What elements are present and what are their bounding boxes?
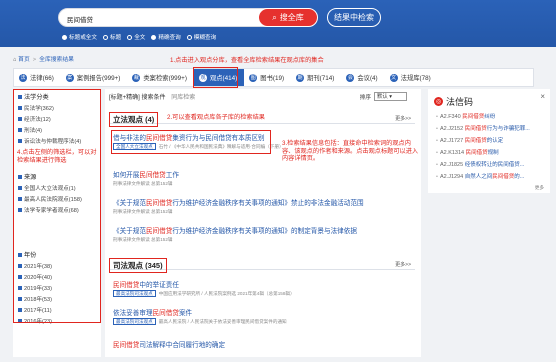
option-fulltext[interactable]: 全文 [127,33,145,41]
result-item: 民间借贷司法解释中合同履行地的确定 [113,339,225,349]
fa-xin-code-panel: ◎ 法信码 × • A2.F340 民间借贷纠纷 • A2.J2152 民间借贷行为与… [428,89,550,193]
tab-books[interactable]: 图图书(19) [244,69,291,86]
result-item: 《关于规范民间借贷行为维护经济金融秩序有关事项的通知》的制定背景与法律依据 刑事… [113,225,357,243]
result-meta: 最高人民法院 / 人民法院关于依法妥善审理民间借贷案件的通知 [158,319,287,324]
tab-highlight [193,67,238,88]
panel-title: 法信码 [446,97,474,107]
code-item[interactable]: • A2.K1314 民间借贷规制 [436,148,499,156]
result-title[interactable]: 《关于规范民间借贷行为维护经济金融秩序有关事项的通知》的制定背景与法律依据 [113,225,357,235]
chevron-down-icon: ▾ [389,94,393,100]
radio-icon [62,35,67,41]
tab-conference[interactable]: 会会议(4) [341,69,384,86]
result-title[interactable]: 民间借贷司法解释中合同履行地的确定 [113,339,225,349]
search-icon: ⌕ [272,12,277,22]
radio-icon [127,35,133,41]
result-meta: 刑事法律文件解读 总第152辑 [113,237,173,242]
document-icon: 文 [389,73,398,82]
annotation-1: 1.点击进入观点分库，查看全库检索结果在观点库的集合 [170,57,324,64]
more-link[interactable]: 更多>> [395,115,411,122]
breadcrumb-home[interactable]: 首页 [18,57,30,63]
case-icon: 案 [65,73,74,82]
radio-icon [102,35,108,41]
section-title: 立法观点 (4) [109,112,159,127]
tab-journal[interactable]: 期期刊(714) [291,69,341,86]
result-title[interactable]: 依法妥善审理民间借贷案件 [113,307,287,317]
tab-case-report[interactable]: 案案例报告(999+) [61,69,128,86]
radio-icon [186,35,192,41]
result-highlight [111,130,271,154]
sidebar-highlight [13,89,101,323]
more-link[interactable]: 更多 [535,185,544,191]
close-icon[interactable]: × [540,92,545,101]
radio-icon [151,35,157,41]
search-within-label: 结果中检索 [334,13,374,22]
result-item: 依法妥善审理民间借贷案件 最高法院司法观点 最高人民法院 / 人民法院关于依法妥善… [113,307,287,325]
option-fuzzy[interactable]: 模糊查询 [186,33,216,41]
conference-icon: 会 [346,73,355,82]
section-title: 司法观点 (345) [109,258,167,273]
tab-law[interactable]: 法法律(66) [14,69,61,86]
code-item[interactable]: • A2.J2152 民间借贷行为与诈骗犯罪... [436,124,530,132]
code-item[interactable]: • A2.J1727 民间借贷的认定 [436,136,503,144]
sort-select[interactable]: 默认 ▾ [374,92,407,101]
option-title-or-fulltext[interactable]: 标题或全文 [62,33,97,41]
option-title[interactable]: 标题 [102,33,121,41]
tab-similar-case[interactable]: 裁类案检索(999+) [127,69,194,86]
law-icon: 法 [19,73,27,82]
code-icon: ◎ [434,97,443,106]
source-tag: 最高法院司法观点 [113,290,156,297]
result-title[interactable]: 民间借贷中的举证责任 [113,279,295,289]
judgment-icon: 裁 [132,73,141,82]
library-tabs: 法法律(66) 案案例报告(999+) 裁类案检索(999+) 观观点(414)… [13,68,534,87]
tab-regulations[interactable]: 文法规库(78) [385,69,438,86]
result-item: 如何开展民间借贷工作 刑事法律文件解读 总第152辑 [113,169,179,187]
code-item[interactable]: • A2.J1825 经债权转让的民间借贷... [436,160,524,168]
search-all-button[interactable]: ⌕ 搜全库 [258,8,318,27]
more-link[interactable]: 更多>> [395,261,411,268]
annotation-2: 2.可以查看观点库各子库的检索结果 [167,114,265,121]
breadcrumb-current[interactable]: 全库搜索结果 [39,57,74,63]
result-meta: 中国应用法学研究所 / 人民法院案例选 2021年第4辑（总第158辑） [158,291,295,296]
search-all-label: 搜全库 [279,13,304,22]
result-item: 《关于规范民间借贷行为维护经济金融秩序有关事项的通知》禁止的非法金融活动范围 刑… [113,197,364,215]
journal-icon: 期 [296,73,305,82]
same-library-search-link[interactable]: 同库检索 [171,95,195,101]
annotation-3: 3.检索结果信息包括：直接命中检索词的观点内容、该观点的作者和来源。点击观点标题… [282,140,419,162]
option-exact[interactable]: 精确查询 [151,33,181,41]
result-title[interactable]: 如何开展民间借贷工作 [113,169,179,179]
result-item: 民间借贷中的举证责任 最高法院司法观点 中国应用法学研究所 / 人民法院案例选 2… [113,279,295,297]
breadcrumb-home-icon: ⌂ [13,57,17,63]
results-toolbar: [标题+精确] 搜索条件 同库检索 排序 默认 ▾ [109,92,419,103]
result-title[interactable]: 《关于规范民间借贷行为维护经济金融秩序有关事项的通知》禁止的非法金融活动范围 [113,197,364,207]
source-tag: 最高法院司法观点 [113,318,156,325]
sort-label: 排序 [359,95,371,101]
book-icon: 图 [249,73,258,82]
search-options: 标题或全文 标题 全文 精确查询 模糊查询 [62,33,216,41]
breadcrumb: ⌂ 首页 > 全库搜索结果 [13,57,74,63]
search-condition: [标题+精确] 搜索条件 [109,95,166,101]
code-item[interactable]: • A2.J1294 自然人之间民间借贷的... [436,172,524,180]
search-input-value[interactable]: 民间借贷 [67,14,93,24]
result-meta: 刑事法律文件解读 总第152辑 [113,209,173,214]
header-bar: 民间借贷 ⌕ 搜全库 结果中检索 标题或全文 标题 全文 精确查询 模糊查询 [0,0,556,47]
search-within-button[interactable]: 结果中检索 [327,8,381,27]
result-meta: 刑事法律文件解读 总第152辑 [113,181,173,186]
section-judicial-views: 司法观点 (345) 更多>> [109,258,415,273]
code-item[interactable]: • A2.F340 民间借贷纠纷 [436,112,495,120]
